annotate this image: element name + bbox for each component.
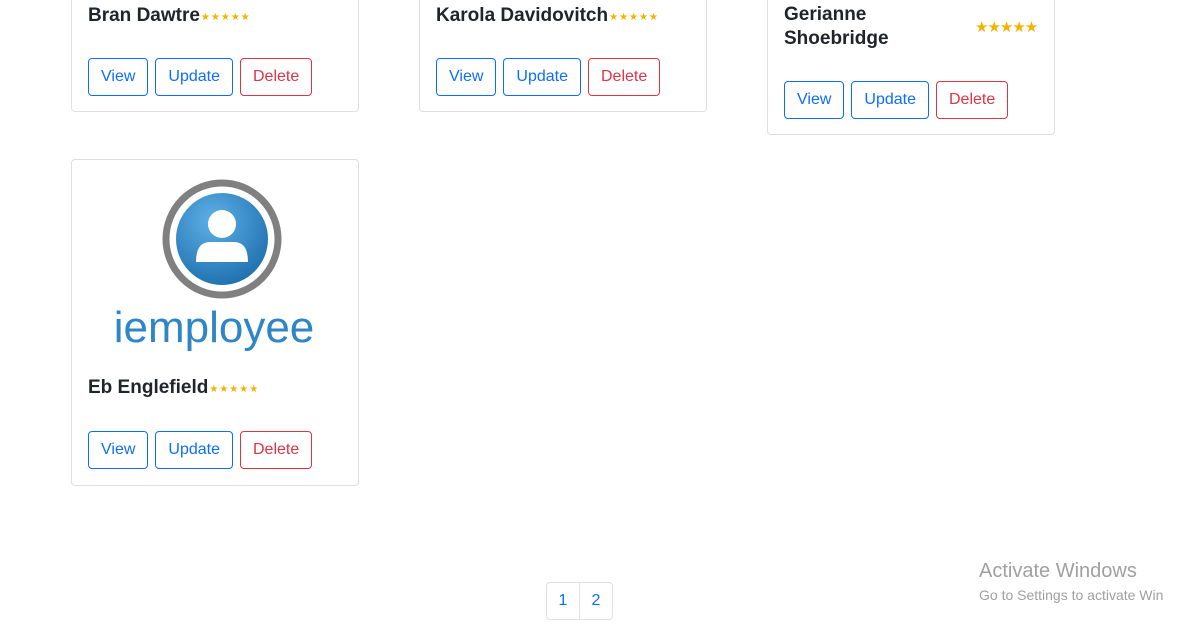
view-button[interactable]: View (88, 431, 149, 469)
logo-text: iemployee (114, 303, 315, 352)
rating-stars: ★★★★★ (609, 12, 659, 23)
card-actions: View Update Delete (784, 81, 1009, 119)
card-title: Eb Englefield★★★★★ (88, 376, 259, 402)
employee-logo: iemployee (108, 176, 318, 352)
employee-card: Bran Dawtre★★★★★ View Update Delete (71, 0, 359, 112)
delete-button[interactable]: Delete (239, 58, 313, 96)
card-actions: View Update Delete (88, 431, 313, 469)
page-link-1[interactable]: 1 (546, 582, 580, 620)
activate-windows-watermark: Activate Windows Go to Settings to activ… (979, 559, 1163, 605)
rating-stars: ★★★★★ (209, 384, 260, 395)
employee-card: Karola Davidovitch★★★★★ View Update Dele… (419, 0, 707, 112)
view-button[interactable]: View (436, 58, 497, 96)
employee-card: iemployee Eb Englefield★★★★★ View Update… (71, 159, 359, 486)
update-button[interactable]: Update (503, 58, 581, 96)
rating-stars: ★★★★★ (975, 19, 1038, 36)
card-title: Gerianne Shoebridge (784, 3, 889, 51)
card-title: Bran Dawtre★★★★★ (88, 4, 251, 30)
view-button[interactable]: View (784, 81, 845, 119)
view-button[interactable]: View (88, 58, 149, 96)
rating-stars: ★★★★★ (200, 12, 251, 23)
employee-name-last: Shoebridge (784, 28, 889, 49)
update-button[interactable]: Update (851, 81, 929, 119)
update-button[interactable]: Update (155, 431, 233, 469)
update-button[interactable]: Update (155, 58, 233, 96)
card-title: Karola Davidovitch★★★★★ (436, 4, 659, 30)
employee-name-first: Gerianne (784, 4, 867, 25)
delete-button[interactable]: Delete (239, 431, 313, 469)
watermark-subtitle: Go to Settings to activate Win (979, 587, 1164, 603)
page: Bran Dawtre★★★★★ View Update Delete Karo… (0, 0, 1178, 628)
page-link-2[interactable]: 2 (579, 582, 613, 620)
pagination: 1 2 (546, 582, 613, 620)
delete-button[interactable]: Delete (935, 81, 1009, 119)
employee-card: Gerianne Shoebridge ★★★★★ View Update De… (767, 0, 1055, 135)
watermark-title: Activate Windows (979, 560, 1137, 582)
employee-name: Eb Englefield (88, 377, 209, 398)
delete-button[interactable]: Delete (587, 58, 661, 96)
employee-avatar-icon: iemployee (114, 179, 315, 352)
employee-name: Bran Dawtre (88, 5, 200, 26)
employee-name: Karola Davidovitch (436, 5, 609, 26)
card-actions: View Update Delete (88, 58, 313, 96)
card-actions: View Update Delete (436, 58, 661, 96)
